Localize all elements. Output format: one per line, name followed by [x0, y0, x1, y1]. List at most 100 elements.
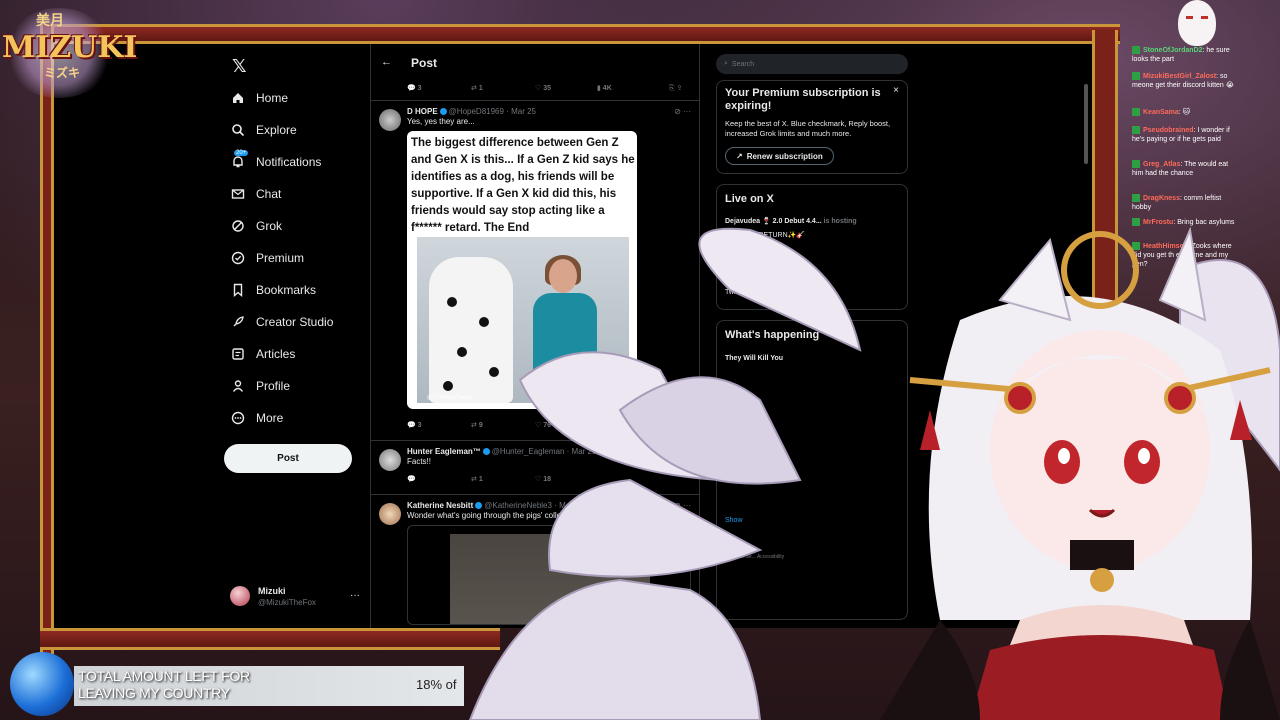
tweet-text: Yes, yes they are...	[407, 117, 475, 126]
nav-notifications[interactable]: 20+ Notifications	[230, 150, 321, 174]
frame-left	[40, 24, 54, 654]
live-status: is hosting	[823, 218, 857, 225]
live-line-2: The Great RETURN✨🎸	[725, 232, 806, 239]
grok-icon	[230, 218, 246, 234]
views-action[interactable]: ▮ 4K	[597, 84, 612, 92]
chat-badge-icon	[1132, 160, 1140, 169]
close-icon[interactable]: ×	[893, 85, 899, 96]
chat-message: HeathHimself: Zooks where did you get th…	[1132, 242, 1232, 268]
tweet-actions: 💬 ⇄ 1 ♡ 18	[407, 473, 687, 487]
logo-kana: ミズキ	[44, 66, 81, 80]
tweet-meta: Hunter Eagleman™ @Hunter_Eagleman · Mar 2…	[407, 447, 596, 456]
like-action[interactable]: ♡ 18	[535, 475, 551, 483]
like-action[interactable]: ♡ 35	[535, 84, 551, 92]
logo-word: MIZUKI	[2, 30, 138, 65]
nav-more-label: More	[256, 411, 284, 425]
post-button[interactable]: Post	[224, 444, 352, 473]
live-line-3: www.twitch.tv/deja	[725, 241, 783, 248]
tweet-video[interactable]	[407, 525, 691, 625]
tweet-actions: 💬 3 ⇄ 9 ♡ 76 ▮ 1.3K	[407, 419, 687, 433]
search-icon	[230, 122, 246, 138]
post-timeline: ← Post 💬 3 ⇄ 1 ♡ 35 ▮ 4K ⎘ ⇪ D HOPE @Hope…	[370, 44, 700, 628]
back-arrow-icon[interactable]: ←	[381, 56, 392, 68]
nav-chat[interactable]: Chat	[230, 182, 281, 206]
main-post-actions: 💬 3 ⇄ 1 ♡ 35 ▮ 4K ⎘ ⇪	[407, 82, 687, 96]
dog-suit-figure	[429, 257, 513, 403]
verified-icon	[482, 448, 490, 456]
search-input[interactable]: ⌕ Search	[716, 54, 908, 74]
chat-text: Bring bac asylums	[1177, 219, 1235, 226]
tweet-date: · Mar	[554, 501, 573, 510]
views-count: 1.3K	[608, 422, 624, 429]
x-sidebar-nav: 𝕏 Home Explore 20+ Notifications Chat Gr…	[224, 44, 374, 628]
trend-item[interactable]: They Will Kill You	[725, 355, 783, 362]
nav-premium[interactable]: Premium	[230, 246, 304, 270]
account-switcher[interactable]: Mizuki @MizukiTheFox ···	[230, 584, 360, 614]
nav-explore[interactable]: Explore	[230, 118, 297, 142]
show-more-link[interactable]: Show	[725, 517, 743, 524]
chat-badge-icon	[1132, 46, 1140, 55]
x-logo-icon[interactable]: 𝕏	[232, 56, 247, 77]
tweet-image[interactable]: The biggest difference between Gen Z and…	[407, 131, 637, 409]
chat-user: DragKness	[1143, 195, 1180, 202]
reply-icon[interactable]: 💬	[407, 475, 416, 483]
meme-photo: @TheHoleTweet	[417, 237, 629, 403]
chat-badge-icon	[1132, 242, 1140, 251]
tweet-meta: Katherine Nesbitt @KatherineNeble3 · Mar	[407, 501, 573, 510]
bookmark-share-icon[interactable]: ⎘ ⇪	[669, 84, 682, 93]
person-icon	[230, 378, 246, 394]
renew-subscription-button[interactable]: ↗ Renew subscription	[725, 147, 834, 165]
tweet-text: Wonder what's going through the pigs' co…	[407, 511, 672, 520]
nav-chat-label: Chat	[256, 187, 282, 201]
nav-explore-label: Explore	[256, 123, 297, 137]
nav-bookmarks-label: Bookmarks	[256, 283, 317, 297]
chat-user: MizukiBestGirl_Zalost	[1143, 73, 1217, 80]
views-action[interactable]: ▮ 1.3K	[603, 421, 624, 429]
tweet-d-hope[interactable]: D HOPE @HopeD81969 · Mar 25 ⊘ ··· Yes, ye…	[371, 100, 699, 440]
like-count: 76	[543, 422, 552, 429]
rocket-icon	[230, 314, 246, 330]
repost-action[interactable]: ⇄ 1	[471, 84, 483, 92]
live-host-line[interactable]: Dejavudea 🍷 2.0 Debut 4.4... is hosting	[725, 217, 857, 225]
bell-icon: 20+	[230, 150, 249, 170]
repost-action[interactable]: ⇄ 9	[471, 421, 483, 429]
goal-label-line2: LEAVING MY COUNTRY	[78, 685, 230, 701]
nav-profile[interactable]: Profile	[230, 374, 290, 398]
happening-title: What's happening	[725, 329, 820, 341]
footer-links[interactable]: Terms of Se... Accessibility	[725, 551, 784, 563]
notifications-badge: 20+	[234, 150, 249, 156]
repost-count: 1	[478, 476, 483, 483]
nav-articles[interactable]: Articles	[230, 342, 295, 366]
nav-creator-studio[interactable]: Creator Studio	[230, 310, 333, 334]
repost-count: 1	[478, 85, 483, 92]
avatar	[379, 449, 401, 471]
grok-and-more-icon[interactable]: ⊘ ···	[674, 107, 691, 116]
repost-action[interactable]: ⇄ 1	[471, 475, 483, 483]
avatar	[230, 586, 250, 606]
nav-bookmarks[interactable]: Bookmarks	[230, 278, 316, 302]
tweet-katherine-nesbitt[interactable]: Katherine Nesbitt @KatherineNeble3 · Mar …	[371, 494, 699, 628]
reply-count: 3	[417, 422, 422, 429]
verified-icon	[475, 502, 483, 510]
premium-expiring-card: Your Premium subscription is expiring! ×…	[716, 80, 908, 174]
like-action[interactable]: ♡ 76	[535, 421, 551, 429]
reply-action[interactable]: 💬 3	[407, 421, 422, 429]
nav-grok[interactable]: Grok	[230, 214, 282, 238]
chat-message: Pseudobrained: I wonder if he's paying o…	[1132, 126, 1230, 143]
tweet-author: D HOPE	[407, 107, 438, 116]
nav-more[interactable]: More	[230, 406, 283, 430]
ellipsis-icon[interactable]: ···	[350, 590, 360, 601]
reply-action[interactable]: 💬 3	[407, 84, 422, 92]
chat-message: KeanSama: 🐱	[1132, 108, 1236, 117]
chat-badge-icon	[1132, 218, 1140, 227]
grok-and-more-icon[interactable]: ⊘ ···	[674, 501, 691, 510]
chat-user: MrFrostu	[1143, 219, 1174, 226]
logo-kanji: 美月	[36, 13, 64, 29]
nav-notifications-label: Notifications	[256, 155, 322, 169]
repost-count: 9	[478, 422, 483, 429]
scrollbar[interactable]	[1084, 84, 1088, 164]
nav-grok-label: Grok	[256, 219, 283, 233]
nav-home[interactable]: Home	[230, 86, 288, 110]
home-icon	[230, 90, 246, 106]
tweet-hunter-eagleman[interactable]: Hunter Eagleman™ @Hunter_Eagleman · Mar 2…	[371, 440, 699, 490]
